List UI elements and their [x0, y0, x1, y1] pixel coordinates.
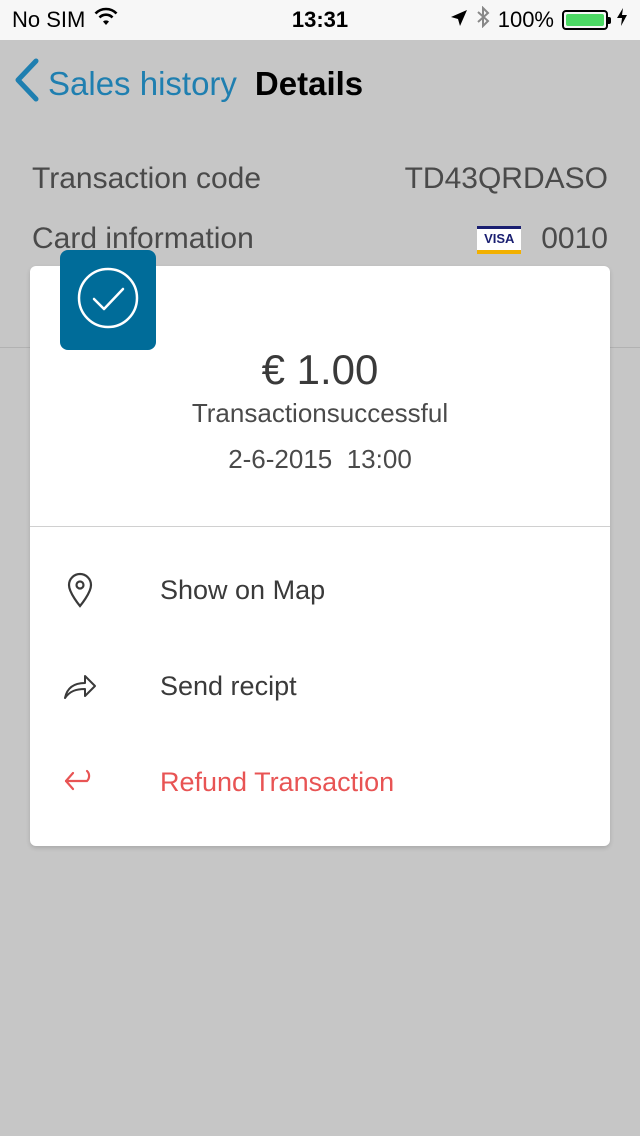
transaction-code-label: Transaction code	[32, 162, 262, 195]
transaction-card: € 1.00 Transactionsuccessful 2-6-2015 13…	[30, 250, 610, 846]
transaction-code-row: Transaction code TD43QRDASO	[32, 159, 608, 199]
transaction-amount: € 1.00	[261, 346, 379, 393]
back-label: Sales history	[48, 65, 237, 102]
card-last4: 0010	[541, 222, 608, 255]
refund-transaction-label: Refund Transaction	[160, 766, 395, 797]
map-pin-icon	[60, 570, 100, 610]
nav-bar: Sales history Details	[0, 40, 640, 128]
transaction-status: Transactionsuccessful	[191, 398, 449, 428]
visa-card-icon: VISA	[477, 226, 522, 255]
battery-icon	[562, 10, 611, 30]
card-information-value: VISA 0010	[477, 222, 608, 256]
show-on-map-button[interactable]: Show on Map	[60, 560, 580, 620]
transaction-time: 13:00	[346, 444, 412, 474]
refund-arrow-icon	[60, 762, 100, 802]
page-title: Details	[254, 65, 364, 102]
divider	[30, 526, 610, 527]
back-button[interactable]: Sales history	[14, 58, 237, 110]
transaction-code-value: TD43QRDASO	[404, 162, 608, 195]
wifi-icon	[93, 7, 119, 33]
battery-percent: 100%	[497, 7, 554, 32]
status-bar: No SIM 13:31 100%	[0, 0, 640, 40]
send-receipt-label: Send recipt	[160, 670, 297, 701]
charging-icon	[616, 7, 628, 33]
show-on-map-label: Show on Map	[160, 574, 326, 605]
checkmark-circle-icon	[75, 265, 141, 336]
transaction-datetime: 2-6-2015 13:00	[30, 444, 610, 475]
success-badge	[60, 250, 156, 350]
send-receipt-button[interactable]: Send recipt	[60, 656, 580, 716]
battery-fill	[566, 14, 604, 26]
location-arrow-icon	[450, 7, 468, 33]
screen: No SIM 13:31 100% Sales history Details …	[0, 0, 640, 1136]
share-arrow-icon	[60, 666, 100, 706]
status-left: No SIM	[12, 7, 119, 33]
refund-transaction-button[interactable]: Refund Transaction	[60, 752, 580, 812]
carrier-label: No SIM	[12, 7, 86, 32]
chevron-left-icon	[14, 58, 40, 110]
transaction-date: 2-6-2015	[228, 444, 333, 474]
status-right: 100%	[450, 5, 628, 34]
bluetooth-icon	[476, 5, 490, 34]
